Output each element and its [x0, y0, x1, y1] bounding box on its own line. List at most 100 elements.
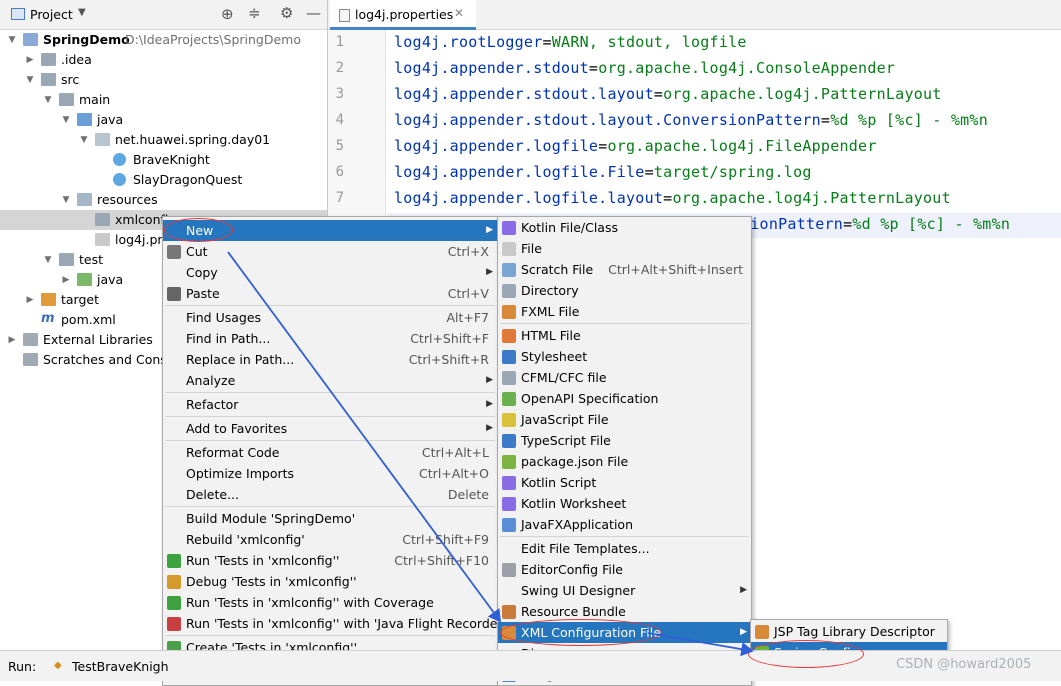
close-icon[interactable]: ✕ [454, 6, 464, 20]
tree-item[interactable]: ▼ net.huawei.spring.day01 [0, 130, 327, 150]
code-line[interactable]: log4j.rootLogger=WARN, stdout, logfile [394, 33, 747, 51]
menu-item-run-tests-in-xmlconfig-with-coverage[interactable]: Run 'Tests in 'xmlconfig'' with Coverage [163, 592, 497, 613]
tree-item[interactable]: ▼ main [0, 90, 327, 110]
excluded-folder-icon [41, 293, 56, 306]
menu-item-run-tests-in-xmlconfig[interactable]: Run 'Tests in 'xmlconfig'' Ctrl+Shift+F10 [163, 550, 497, 571]
code-line[interactable]: sionPattern=%d %p [%c] - %m%n [741, 215, 1010, 233]
menu-item-fxml-file[interactable]: FXML File [498, 301, 751, 322]
property-value: org.apache.log4j.PatternLayout [672, 189, 951, 207]
chevron-right-icon[interactable]: ▶ [24, 290, 36, 310]
context-menu: New ▶ Cut Ctrl+X Copy ▶ Paste Ctrl+V Find Usages… [162, 216, 506, 686]
tree-item[interactable]: ▼ SpringDemo D:\IdeaProjects\SpringDemo [0, 30, 327, 50]
menu-item-jsp-tag-library-descriptor[interactable]: JSP Tag Library Descriptor [751, 621, 947, 642]
menu-item-optimize-imports[interactable]: Optimize Imports Ctrl+Alt+O [163, 463, 497, 484]
menu-item-label: File [521, 241, 542, 256]
chevron-down-icon[interactable]: ▼ [78, 130, 90, 150]
line-number: 4 [335, 112, 344, 128]
menu-item-debug-tests-in-xmlconfig[interactable]: Debug 'Tests in 'xmlconfig'' [163, 571, 497, 592]
chevron-down-icon[interactable]: ▼ [24, 70, 36, 90]
menu-item-kotlin-worksheet[interactable]: Kotlin Worksheet [498, 493, 751, 514]
code-line[interactable]: log4j.appender.logfile.File=target/sprin… [394, 163, 812, 181]
locate-icon[interactable]: ⊕ [221, 5, 234, 23]
tree-item[interactable]: ▶ .idea [0, 50, 327, 70]
menu-item-find-usages[interactable]: Find Usages Alt+F7 [163, 307, 497, 328]
menu-item-javafxapplication[interactable]: JavaFXApplication [498, 514, 751, 535]
menu-item-shortcut: Ctrl+V [447, 286, 489, 301]
menu-item-reformat-code[interactable]: Reformat Code Ctrl+Alt+L [163, 442, 497, 463]
chevron-down-icon[interactable]: ▼ [60, 110, 72, 130]
menu-item-build-module-springdemo[interactable]: Build Module 'SpringDemo' [163, 508, 497, 529]
menu-item-add-to-favorites[interactable]: Add to Favorites ▶ [163, 418, 497, 439]
tree-item-label: java [97, 272, 124, 287]
menu-item-run-tests-in-xmlconfig-with-java-flight-recorder[interactable]: Run 'Tests in 'xmlconfig'' with 'Java Fl… [163, 613, 506, 634]
chevron-down-icon[interactable]: ▼ [42, 90, 54, 110]
menu-item-cfml-cfc-file[interactable]: CFML/CFC file [498, 367, 751, 388]
code-line[interactable]: log4j.appender.stdout=org.apache.log4j.C… [394, 59, 895, 77]
tree-item[interactable]: SlayDragonQuest [0, 170, 327, 190]
tree-item-label: xmlconfi [115, 212, 169, 227]
code-line[interactable]: log4j.appender.logfile=org.apache.log4j.… [394, 137, 877, 155]
run-tab[interactable]: TestBraveKnigh [72, 659, 169, 674]
tab-log4j-properties[interactable]: log4j.properties ✕ [330, 0, 476, 30]
code-line[interactable]: log4j.appender.stdout.layout.ConversionP… [394, 111, 988, 129]
chevron-down-icon[interactable]: ▼ [60, 190, 72, 210]
directory-icon [502, 284, 516, 298]
menu-item-html-file[interactable]: HTML File [498, 325, 751, 346]
menu-item-replace-in-path[interactable]: Replace in Path... Ctrl+Shift+R [163, 349, 497, 370]
run-config-icon: ◆ [54, 660, 62, 671]
tree-item[interactable]: ▼ src [0, 70, 327, 90]
hide-panel-icon[interactable]: — [306, 4, 321, 22]
tree-item[interactable]: ▼ java [0, 110, 327, 130]
menu-item-label: HTML File [521, 328, 581, 343]
tree-item-label: pom.xml [61, 312, 116, 327]
menu-item-typescript-file[interactable]: TypeScript File [498, 430, 751, 451]
code-line[interactable]: log4j.appender.stdout.layout=org.apache.… [394, 85, 942, 103]
menu-item-scratch-file[interactable]: Scratch File Ctrl+Alt+Shift+Insert [498, 259, 751, 280]
menu-item-kotlin-file-class[interactable]: Kotlin File/Class [498, 217, 751, 238]
gear-icon[interactable]: ⚙ [280, 4, 293, 22]
resources-folder-icon [77, 193, 92, 206]
menu-item-package-json-file[interactable]: package.json File [498, 451, 751, 472]
menu-item-analyze[interactable]: Analyze ▶ [163, 370, 497, 391]
menu-item-edit-file-templates[interactable]: Edit File Templates... [498, 538, 751, 559]
code-line[interactable]: log4j.appender.logfile.layout=org.apache… [394, 189, 951, 207]
menu-item-resource-bundle[interactable]: Resource Bundle [498, 601, 751, 622]
menu-item-refactor[interactable]: Refactor ▶ [163, 394, 497, 415]
chevron-down-icon[interactable]: ▼ [42, 250, 54, 270]
chevron-down-icon[interactable]: ▼ [78, 7, 86, 18]
menu-item-shortcut: Delete [447, 487, 489, 502]
chevron-right-icon[interactable]: ▶ [6, 330, 18, 350]
menu-item-editorconfig-file[interactable]: EditorConfig File [498, 559, 751, 580]
chevron-down-icon[interactable]: ▼ [6, 30, 18, 50]
tree-item[interactable]: BraveKnight [0, 150, 327, 170]
equals-sign: = [542, 33, 552, 51]
menu-item-label: Cut [186, 244, 208, 259]
menu-item-openapi-specification[interactable]: OpenAPI Specification [498, 388, 751, 409]
menu-item-label: Stylesheet [521, 349, 588, 364]
collapse-all-icon[interactable]: ≑ [248, 4, 261, 22]
menu-item-delete[interactable]: Delete... Delete [163, 484, 497, 505]
menu-item-label: Find in Path... [186, 331, 271, 346]
menu-item-stylesheet[interactable]: Stylesheet [498, 346, 751, 367]
menu-item-javascript-file[interactable]: JavaScript File [498, 409, 751, 430]
menu-item-kotlin-script[interactable]: Kotlin Script [498, 472, 751, 493]
menu-item-file[interactable]: File [498, 238, 751, 259]
chevron-right-icon[interactable]: ▶ [24, 50, 36, 70]
menu-item-label: TypeScript File [521, 433, 611, 448]
menu-item-swing-ui-designer[interactable]: Swing UI Designer ▶ [498, 580, 751, 601]
menu-item-copy[interactable]: Copy ▶ [163, 262, 497, 283]
tree-item[interactable]: ▼ resources [0, 190, 327, 210]
chevron-right-icon[interactable]: ▶ [60, 270, 72, 290]
menu-item-cut[interactable]: Cut Ctrl+X [163, 241, 497, 262]
menu-separator [165, 416, 495, 417]
submenu-arrow-icon: ▶ [486, 267, 493, 277]
menu-item-label: Rebuild 'xmlconfig' [186, 532, 305, 547]
kotlin-file-icon [502, 221, 516, 235]
menu-item-directory[interactable]: Directory [498, 280, 751, 301]
menu-item-paste[interactable]: Paste Ctrl+V [163, 283, 497, 304]
menu-item-rebuild-xmlconfig[interactable]: Rebuild 'xmlconfig' Ctrl+Shift+F9 [163, 529, 497, 550]
equals-sign: = [588, 59, 599, 77]
properties-file-icon [95, 233, 110, 246]
project-panel-title[interactable]: Project [30, 7, 73, 22]
menu-item-find-in-path[interactable]: Find in Path... Ctrl+Shift+F [163, 328, 497, 349]
